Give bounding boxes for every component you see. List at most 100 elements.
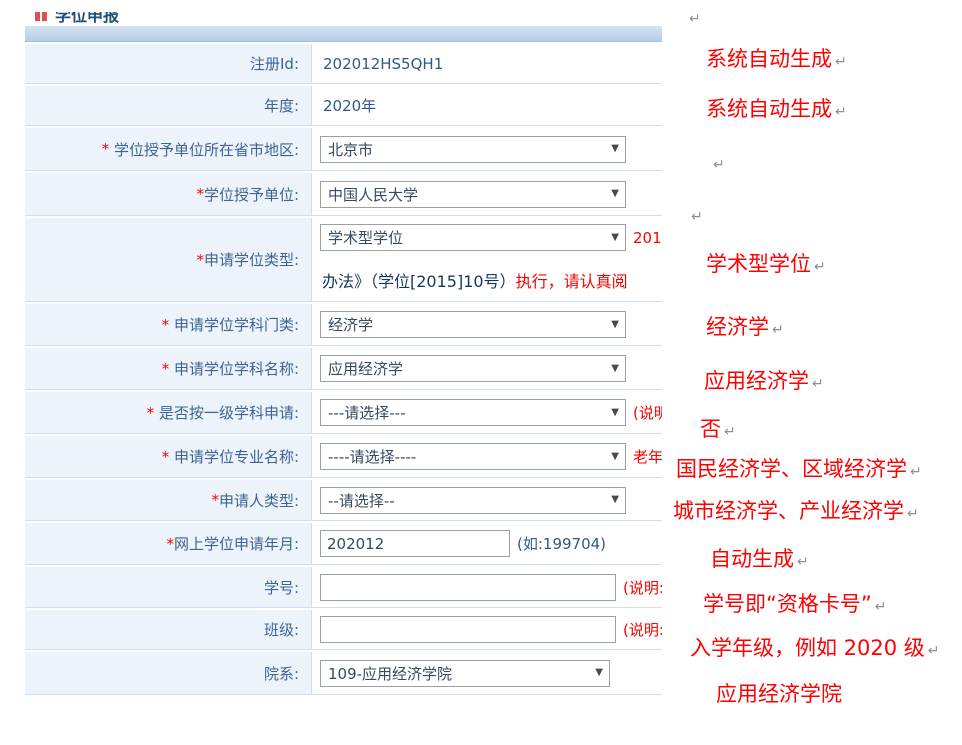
field-value-cell: 经济学▼ — [312, 304, 662, 345]
field-label-text: 申请人类型: — [219, 490, 299, 511]
degree-application-form-panel: 学位申报 注册Id: 202012HS5QH1 年度:2020年 * 学位授予单位所在… — [25, 0, 662, 716]
dropdown-selected-value: --请选择-- — [328, 490, 395, 511]
annotation-text: 学号即“资格卡号”↵ — [703, 592, 887, 617]
field-label-text: 班级: — [264, 619, 299, 640]
annotation-text: 学术型学位↵ — [706, 252, 826, 277]
field-value-cell: (说明: — [312, 567, 662, 607]
annotation-text: 应用经济学院 — [716, 682, 842, 707]
annotation-label: 入学年级，例如 2020 级 — [690, 636, 925, 660]
field-value-cell: 中国人民大学 ▼ — [312, 173, 662, 215]
applicant-type-dropdown[interactable]: --请选择-- ▼ — [320, 487, 626, 514]
pilcrow-mark-icon: ↵ — [691, 209, 703, 225]
department-dropdown[interactable]: 109-应用经济学院 ▼ — [320, 660, 610, 687]
dropdown-arrow-icon: ▼ — [611, 233, 619, 243]
field-label-year: 年度: — [25, 86, 312, 125]
annotation-label: 系统自动生成 — [706, 47, 832, 71]
pilcrow-mark-icon: ↵ — [689, 11, 701, 27]
apply-month-input[interactable]: 202012 — [320, 530, 510, 557]
province-dropdown[interactable]: 北京市 ▼ — [320, 136, 626, 163]
dropdown-arrow-icon: ▼ — [611, 408, 619, 418]
field-value-cell: 应用经济学▼ — [312, 348, 662, 389]
row-major-name: * 申请学位专业名称:----请选择----▼老年 — [25, 436, 662, 478]
field-value-cell: 学术型学位▼2016办法》（学位[2015]10号）执行，请认真阅 — [312, 218, 662, 301]
pilcrow-mark-icon: ↵ — [797, 554, 809, 570]
form-section-icon — [35, 12, 48, 21]
field-label-text: 申请学位学科门类: — [174, 314, 299, 335]
field-label-department: 院系: — [25, 652, 312, 694]
field-label-registration-id: 注册Id: — [25, 44, 312, 83]
dropdown-selected-value: 北京市 — [328, 139, 373, 160]
row-apply-month: *网上学位申请年月: 202012 (如:199704) — [25, 523, 662, 565]
field-note-red: (说明: — [633, 402, 662, 423]
field-label-text: 院系: — [264, 663, 299, 684]
pilcrow-mark-icon: ↵ — [814, 259, 826, 275]
field-value-cell: ---请选择---▼ (说明: — [312, 392, 662, 433]
field-label-text: 学位授予单位: — [204, 184, 299, 205]
dropdown-arrow-icon: ▼ — [611, 320, 619, 330]
row-province: * 学位授予单位所在省市地区:北京市▼ — [25, 128, 662, 171]
dropdown-arrow-icon: ▼ — [611, 144, 619, 154]
annotation-text: 城市经济学、产业经济学↵ — [673, 499, 919, 524]
dropdown-selected-value: 109-应用经济学院 — [328, 663, 452, 684]
class-input[interactable] — [320, 616, 616, 643]
required-asterisk: * — [162, 360, 174, 378]
student-id-input[interactable] — [320, 574, 616, 601]
degree-type-dropdown[interactable]: 学术型学位 ▼ — [320, 224, 626, 251]
annotation-label: 自动生成 — [710, 547, 794, 571]
form-rows: 注册Id: 202012HS5QH1 年度:2020年 * 学位授予单位所在省市地区:… — [25, 44, 662, 697]
row-awarding-unit: *学位授予单位: 中国人民大学 ▼ — [25, 173, 662, 216]
dropdown-arrow-icon: ▼ — [595, 668, 603, 678]
field-label-applicant-type: *申请人类型: — [25, 480, 312, 520]
row-discipline-category: * 申请学位学科门类:经济学▼ — [25, 304, 662, 346]
dropdown-arrow-icon: ▼ — [611, 452, 619, 462]
row-degree-type: *申请学位类型:学术型学位▼2016办法》（学位[2015]10号）执行，请认真… — [25, 218, 662, 302]
field-note-dark: (如:199704) — [517, 533, 606, 554]
annotation-text: 自动生成↵ — [710, 547, 809, 572]
first-level-apply-dropdown[interactable]: ---请选择---▼ — [320, 399, 626, 426]
panel-title-clipped: 学位申报 — [35, 12, 435, 25]
annotation-text: 系统自动生成↵ — [706, 97, 847, 122]
panel-header-bar — [25, 26, 662, 42]
pilcrow-mark-icon: ↵ — [875, 599, 887, 615]
degree-type-line1: 学术型学位 ▼ 2016 — [320, 224, 662, 251]
field-label-first-level-apply: * 是否按一级学科申请: — [25, 392, 312, 433]
dropdown-selected-value: 学术型学位 — [328, 227, 403, 248]
field-note-red: (说明: — [623, 577, 662, 598]
field-value-cell: (说明: — [312, 610, 662, 649]
pilcrow-mark-icon: ↵ — [812, 376, 824, 392]
annotation-label: 应用经济学 — [704, 369, 809, 393]
paragraph-mark: ↵ — [686, 4, 701, 29]
dropdown-arrow-icon: ▼ — [611, 495, 619, 505]
row-year: 年度:2020年 — [25, 86, 662, 126]
field-label-major-name: * 申请学位专业名称: — [25, 436, 312, 477]
dropdown-arrow-icon: ▼ — [611, 189, 619, 199]
field-label-text: 学位授予单位所在省市地区: — [114, 139, 299, 160]
field-label-awarding-unit: *学位授予单位: — [25, 173, 312, 215]
annotation-label: 学术型学位 — [706, 252, 811, 276]
dropdown-arrow-icon: ▼ — [611, 364, 619, 374]
row-class: 班级: (说明: — [25, 610, 662, 650]
discipline-name-dropdown[interactable]: 应用经济学▼ — [320, 355, 626, 382]
pilcrow-mark-icon: ↵ — [772, 322, 784, 338]
field-value-cell: 北京市 ▼ — [312, 128, 662, 170]
awarding-unit-dropdown[interactable]: 中国人民大学 ▼ — [320, 181, 626, 208]
paragraph-mark: ↵ — [688, 202, 703, 227]
pilcrow-mark-icon: ↵ — [907, 506, 919, 522]
field-value-registration-id: 202012HS5QH1 — [320, 55, 443, 73]
field-label-text: 网上学位申请年月: — [174, 533, 299, 554]
required-asterisk: * — [166, 535, 174, 553]
field-label-class: 班级: — [25, 610, 312, 649]
dropdown-selected-value: ----请选择---- — [328, 446, 416, 467]
dropdown-selected-value: 中国人民大学 — [328, 184, 418, 205]
pilcrow-mark-icon: ↵ — [910, 464, 922, 480]
field-value-cell: 202012 (如:199704) — [312, 523, 662, 564]
paragraph-mark: ↵ — [710, 150, 725, 175]
major-name-dropdown[interactable]: ----请选择---- ▼ — [320, 443, 626, 470]
annotation-text: 入学年级，例如 2020 级↵ — [690, 636, 940, 661]
field-label-text: 注册Id: — [250, 53, 299, 74]
annotation-text: 否↵ — [700, 417, 736, 442]
field-note-red: 2016 — [633, 229, 662, 247]
annotation-label: 国民经济学、区域经济学 — [676, 457, 907, 481]
discipline-category-dropdown[interactable]: 经济学▼ — [320, 311, 626, 338]
field-value-cell: 202012HS5QH1 — [312, 44, 662, 83]
